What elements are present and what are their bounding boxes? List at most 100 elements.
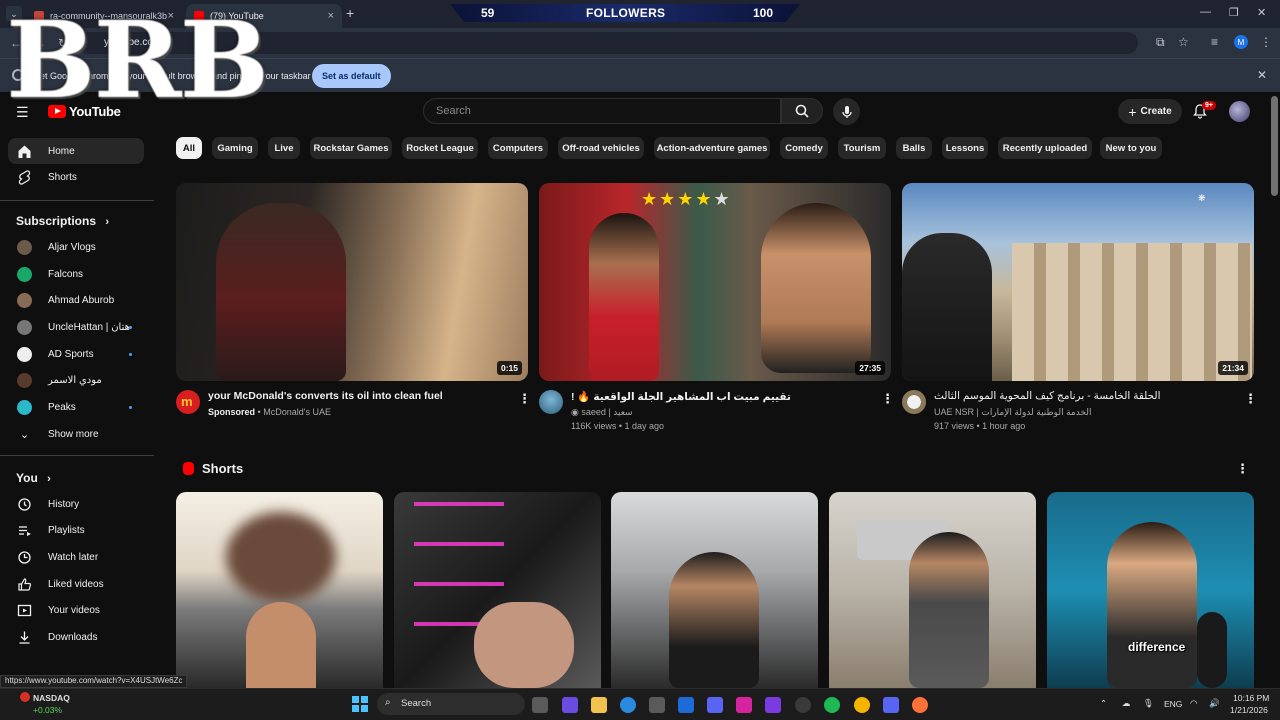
forward-icon[interactable]: → [34,36,46,50]
discord-icon[interactable] [883,697,899,713]
browser-tab-youtube[interactable]: (79) YouTube × [186,4,342,28]
voice-search-button[interactable] [833,98,860,125]
set-as-default-button[interactable]: Set as default [312,64,391,88]
sidebar-sub-ahmad-aburob[interactable]: Ahmad Aburob [8,287,144,313]
widgets-icon[interactable] [562,697,578,713]
channel-avatar[interactable] [902,390,926,414]
sidebar-item-your-videos[interactable]: Your videos [8,597,144,623]
sidebar-item-downloads[interactable]: Downloads [8,624,144,650]
channel-name[interactable]: saeed | سعيد [581,407,632,417]
video-menu-icon[interactable]: ⋮ [518,391,531,407]
chip-rockstar-games[interactable]: Rockstar Games [310,137,392,159]
shorts-menu-icon[interactable]: ⋮ [1236,461,1249,477]
maximize-button[interactable]: ❐ [1229,6,1239,19]
chip-lessons[interactable]: Lessons [942,137,988,159]
video-title[interactable]: الحلقة الخامسة - برنامج كيف المحوية المو… [934,390,1161,402]
hamburger-menu-icon[interactable]: ☰ [16,104,29,121]
chip-rocket-league[interactable]: Rocket League [402,137,478,159]
app-icon[interactable] [765,697,781,713]
ticker-name[interactable]: NASDAQ [33,693,70,703]
sidebar-show-more[interactable]: ⌄ Show more [8,421,144,447]
channel-avatar[interactable]: m [176,390,200,414]
short-thumbnail[interactable] [394,492,601,688]
video-title[interactable]: your McDonald's converts its oil into cl… [208,390,443,402]
sidebar-item-liked-videos[interactable]: Liked videos [8,571,144,597]
file-explorer-icon[interactable] [591,697,607,713]
cloud-icon[interactable]: ☁ [1122,698,1131,709]
infobar-close-icon[interactable]: ✕ [1257,68,1267,82]
windows-start-icon[interactable] [352,696,368,712]
sidebar-item-shorts[interactable]: Shorts [8,164,144,190]
chip-comedy[interactable]: Comedy [780,137,828,159]
chip-live[interactable]: Live [268,137,300,159]
new-tab-button[interactable]: + [346,5,354,21]
video-thumbnail[interactable]: 0:15 [176,183,528,381]
discord-icon[interactable] [707,697,723,713]
outlook-icon[interactable] [678,697,694,713]
clock-time[interactable]: 10:16 PM [1233,693,1269,703]
chrome-menu-icon[interactable]: ⋮ [1260,35,1272,49]
reload-icon[interactable]: ↻ [58,36,68,50]
sidebar-sub-falcons[interactable]: Falcons [8,261,144,287]
video-thumbnail[interactable]: ★★★★★ 27:35 [539,183,891,381]
search-button[interactable] [781,98,823,124]
obs-icon[interactable] [795,697,811,713]
instagram-icon[interactable] [736,697,752,713]
sidebar-sub-aljar-vlogs[interactable]: Aljar Vlogs [8,234,144,260]
store-icon[interactable] [649,697,665,713]
chip-all[interactable]: All [176,137,202,159]
task-view-icon[interactable] [532,697,548,713]
you-header[interactable]: You › [16,471,51,485]
tab-search-button[interactable]: ⌄ [6,6,22,22]
video-title[interactable]: ! 🔥 تقييم مبيت اب المشاهير الجلة الواقعي… [571,390,791,403]
browser-tab-community[interactable]: ra-community--mansouralk3b… × [26,4,182,28]
language-indicator[interactable]: ENG [1164,699,1182,709]
taskbar-search[interactable]: ⌕ Search [377,693,525,715]
chip-action-adventure-games[interactable]: Action-adventure games [654,137,770,159]
short-thumbnail[interactable] [1047,492,1254,688]
chip-tourism[interactable]: Tourism [838,137,886,159]
tab-close-icon[interactable]: × [328,10,334,22]
chip-computers[interactable]: Computers [488,137,548,159]
video-thumbnail[interactable]: ❋ 21:34 [902,183,1254,381]
chrome-icon[interactable] [854,697,870,713]
sidebar-sub-ad-sports[interactable]: AD Sports [8,341,144,367]
sidebar-sub-unclehattan[interactable]: UncleHattan | هتان [8,314,144,340]
short-thumbnail[interactable] [829,492,1036,688]
short-thumbnail[interactable] [176,492,383,688]
chip-new-to-you[interactable]: New to you [1100,137,1162,159]
account-avatar[interactable] [1229,101,1250,122]
sidebar-sub-peaks[interactable]: Peaks [8,394,144,420]
chip-off-road-vehicles[interactable]: Off-road vehicles [558,137,644,159]
channel-name[interactable]: McDonald's UAE [263,407,331,417]
create-button[interactable]: + Create [1118,99,1182,124]
spotify-icon[interactable] [824,697,840,713]
page-scrollbar[interactable] [1271,96,1278,196]
bookmark-star-icon[interactable]: ☆ [1178,35,1189,49]
profile-avatar[interactable]: M [1234,35,1248,49]
channel-name[interactable]: UAE NSR | الخدمة الوطنية لدولة الإمارات [934,407,1092,418]
clock-date[interactable]: 1/21/2026 [1230,705,1268,715]
sidebar-item-playlists[interactable]: Playlists [8,517,144,543]
chip-gaming[interactable]: Gaming [212,137,258,159]
video-menu-icon[interactable]: ⋮ [881,391,894,407]
chip-balls[interactable]: Balls [896,137,932,159]
omnibox[interactable]: youtube.com [78,32,1138,54]
back-icon[interactable]: ← [10,36,22,50]
close-window-button[interactable]: ✕ [1257,6,1266,19]
channel-avatar[interactable] [539,390,563,414]
subscriptions-header[interactable]: Subscriptions › [16,214,109,228]
cast-icon[interactable]: ⧉ [1156,35,1165,50]
microphone-icon[interactable]: 🎙 [1143,698,1154,709]
minimize-button[interactable]: — [1200,6,1211,18]
sidebar-item-watch-later[interactable]: Watch later [8,544,144,570]
firefox-icon[interactable] [912,697,928,713]
tab-close-icon[interactable]: × [168,10,174,22]
sidebar-item-history[interactable]: History [8,491,144,517]
chip-recently-uploaded[interactable]: Recently uploaded [998,137,1092,159]
youtube-logo[interactable]: YouTube [48,104,121,119]
sidebar-sub-moody[interactable]: مودي الاسمر [8,367,144,393]
sidebar-item-home[interactable]: Home [8,138,144,164]
reading-list-icon[interactable]: ≡ [1211,35,1218,49]
video-menu-icon[interactable]: ⋮ [1244,391,1257,407]
